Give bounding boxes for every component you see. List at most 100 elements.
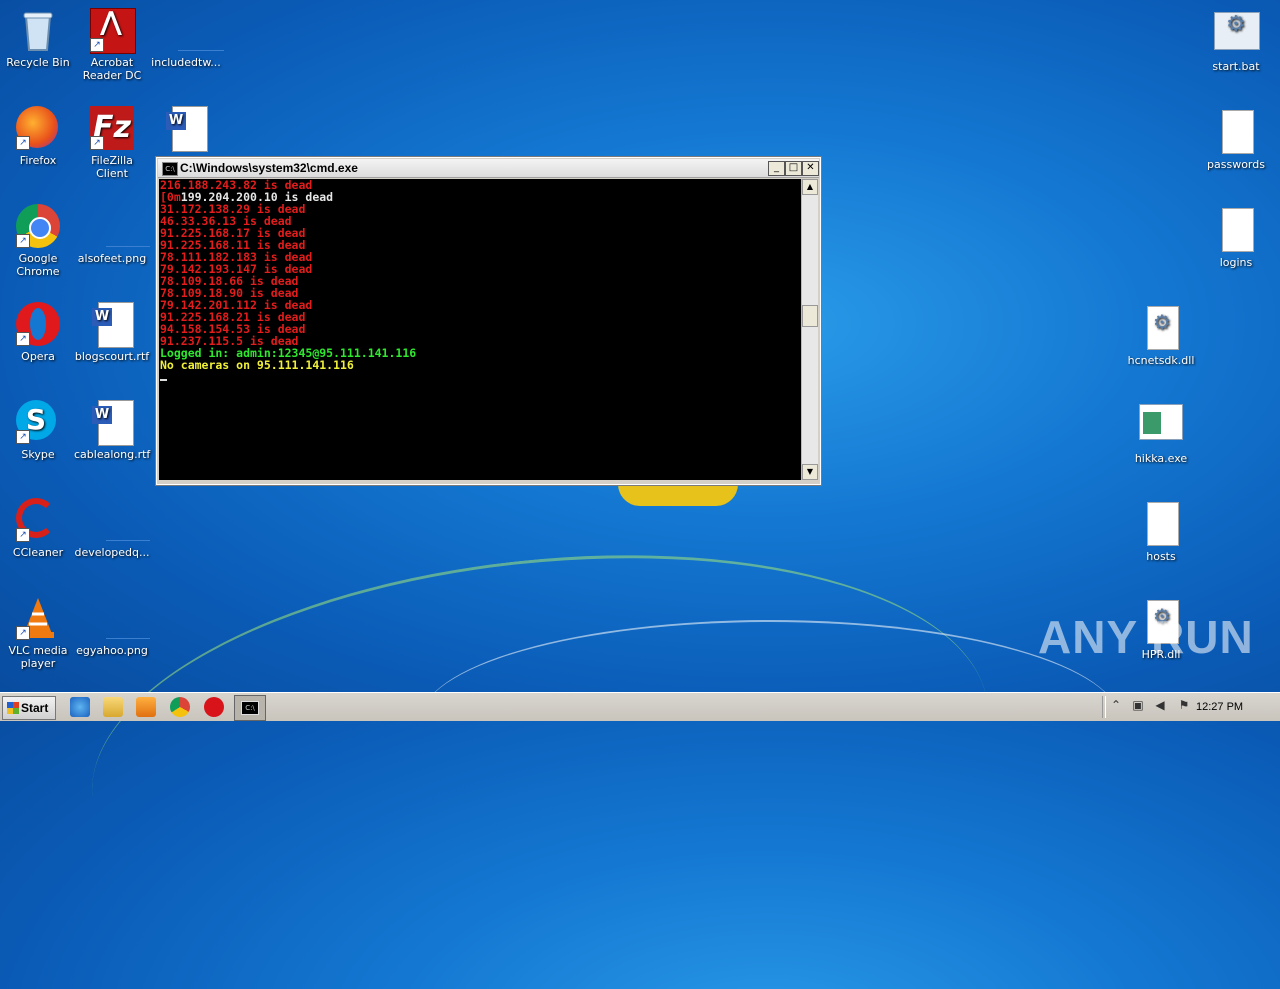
opera-icon: ↗	[16, 302, 60, 346]
icon-label: egyahoo.png	[76, 644, 148, 657]
desktop-icon-filezilla[interactable]: Fz ↗ FileZilla Client	[74, 106, 150, 180]
recycle-bin-icon	[16, 8, 60, 52]
watermark: ANY RUN	[1038, 611, 1254, 663]
icon-label: Recycle Bin	[6, 56, 70, 69]
icon-label: CCleaner	[12, 546, 64, 559]
maximize-button[interactable]: □	[785, 161, 802, 176]
icon-label: Skype	[21, 448, 55, 461]
desktop-icon-cablealong[interactable]: W cablealong.rtf	[74, 400, 150, 461]
icon-label: hcnetsdk.dll	[1127, 354, 1195, 367]
desktop-icon-logins[interactable]: logins	[1198, 208, 1274, 269]
ccleaner-icon: ↗	[16, 498, 60, 542]
blank-file-icon	[1214, 110, 1258, 154]
start-button[interactable]: Start	[2, 696, 56, 720]
icon-label: logins	[1219, 256, 1253, 269]
close-button[interactable]: ✕	[802, 161, 819, 176]
explorer-icon[interactable]	[103, 697, 123, 717]
icon-label: Firefox	[19, 154, 57, 167]
clock[interactable]: 12:27 PM	[1196, 701, 1243, 713]
word-icon: W	[164, 106, 208, 152]
chrome-icon: ↗	[16, 204, 60, 248]
word-icon: W	[90, 302, 134, 348]
console-prompt[interactable]	[160, 371, 801, 383]
desktop-icon-hosts[interactable]: hosts	[1123, 502, 1199, 563]
desktop-icon-alsofeet[interactable]: alsofeet.png	[74, 204, 150, 265]
network-icon[interactable]: ▣	[1130, 697, 1146, 713]
scroll-down-icon[interactable]: ▼	[802, 464, 818, 480]
wallpaper-flower	[618, 484, 738, 506]
desktop-icon-chrome[interactable]: ↗ Google Chrome	[0, 204, 76, 278]
word-icon: W	[90, 400, 134, 446]
desktop-icon-passwords[interactable]: passwords	[1198, 110, 1274, 171]
acrobat-icon: ⋀ ↗	[90, 8, 136, 54]
desktop-icon-egyahoo[interactable]: egyahoo.png	[74, 596, 150, 657]
speaker-icon[interactable]: ◀	[1152, 697, 1168, 713]
desktop-icon-hcnetsdk[interactable]: ⚙ hcnetsdk.dll	[1123, 306, 1199, 367]
scroll-thumb[interactable]	[802, 305, 818, 327]
desktop-icon-includedtw[interactable]: includedtw...	[148, 8, 224, 69]
cmd-icon: C:\	[241, 701, 259, 715]
scroll-up-icon[interactable]: ▲	[802, 179, 818, 195]
taskbar: Start C:\ ⌃ ▣ ◀ ⚑ 12:27 PM	[0, 692, 1280, 721]
chrome-icon[interactable]	[170, 697, 190, 717]
cmd-window[interactable]: C:\ C:\Windows\system32\cmd.exe _ □ ✕ 21…	[155, 156, 822, 486]
window-title: C:\Windows\system32\cmd.exe	[180, 161, 358, 175]
icon-label: includedtw...	[151, 56, 221, 69]
icon-label: start.bat	[1212, 60, 1260, 73]
desktop-icon-acrobat[interactable]: ⋀ ↗ Acrobat Reader DC	[74, 8, 150, 82]
filezilla-icon: Fz ↗	[90, 106, 134, 150]
image-icon	[90, 204, 150, 248]
arrow-up-icon[interactable]: ⌃	[1108, 697, 1124, 713]
icon-label: blogscourt.rtf	[74, 350, 150, 363]
windows-logo-icon	[7, 702, 19, 714]
icon-label: Opera	[21, 350, 55, 363]
desktop-icon-skype[interactable]: S ↗ Skype	[0, 400, 76, 461]
cmd-icon: C:\	[162, 162, 178, 176]
desktop-icon-firefox[interactable]: ↗ Firefox	[0, 106, 76, 167]
desktop-icon-start-bat[interactable]: ⚙ start.bat	[1198, 12, 1274, 73]
desktop-icon-word-doc[interactable]: W	[148, 106, 224, 154]
vertical-scrollbar[interactable]: ▲ ▼	[801, 179, 818, 480]
gear-file-icon: ⚙	[1139, 306, 1183, 350]
firefox-icon: ↗	[16, 106, 60, 150]
desktop-icon-vlc[interactable]: ↗ VLC media player	[0, 596, 76, 670]
console-line: No cameras on 95.111.141.116	[160, 358, 354, 372]
icon-label: FileZilla Client	[91, 154, 133, 180]
image-icon	[90, 498, 150, 542]
flag-icon[interactable]: ⚑	[1176, 697, 1192, 713]
text-cursor	[160, 379, 167, 381]
icon-label: hikka.exe	[1134, 452, 1188, 465]
icon-label: alsofeet.png	[77, 252, 147, 265]
icon-label: VLC media player	[8, 644, 68, 670]
icon-label: Acrobat Reader DC	[82, 56, 142, 82]
desktop-icon-recycle-bin[interactable]: Recycle Bin	[0, 8, 76, 69]
wallpaper-swoosh	[420, 620, 1120, 822]
icon-label: passwords	[1207, 158, 1265, 171]
desktop-icon-hikka[interactable]: hikka.exe	[1123, 404, 1199, 465]
icon-label: cablealong.rtf	[74, 448, 151, 461]
opera-icon[interactable]	[204, 697, 224, 717]
console-output[interactable]: 216.188.243.82 is dead [0m199.204.200.10…	[159, 179, 801, 480]
media-player-icon[interactable]	[136, 697, 156, 717]
image-icon	[90, 596, 150, 640]
exe-icon	[1139, 404, 1183, 448]
start-label: Start	[21, 701, 49, 715]
tray-divider	[1102, 696, 1106, 718]
desktop-icon-opera[interactable]: ↗ Opera	[0, 302, 76, 363]
blank-file-icon	[1139, 502, 1183, 546]
desktop-icon-blogscourt[interactable]: W blogscourt.rtf	[74, 302, 150, 363]
minimize-button[interactable]: _	[768, 161, 785, 176]
icon-label: Google Chrome	[16, 252, 60, 278]
icon-label: hosts	[1146, 550, 1176, 563]
ie-icon[interactable]	[70, 697, 90, 717]
gear-file-icon: ⚙	[1214, 12, 1260, 56]
icon-label: developedq...	[74, 546, 150, 559]
cmd-taskbar-button[interactable]: C:\	[234, 695, 266, 721]
window-titlebar[interactable]: C:\ C:\Windows\system32\cmd.exe _ □ ✕	[158, 159, 819, 178]
file-icon	[164, 8, 224, 52]
blank-file-icon	[1214, 208, 1258, 252]
desktop-icon-developedq[interactable]: developedq...	[74, 498, 150, 559]
skype-icon: S ↗	[16, 400, 60, 444]
desktop-icon-ccleaner[interactable]: ↗ CCleaner	[0, 498, 76, 559]
vlc-icon: ↗	[16, 596, 60, 640]
